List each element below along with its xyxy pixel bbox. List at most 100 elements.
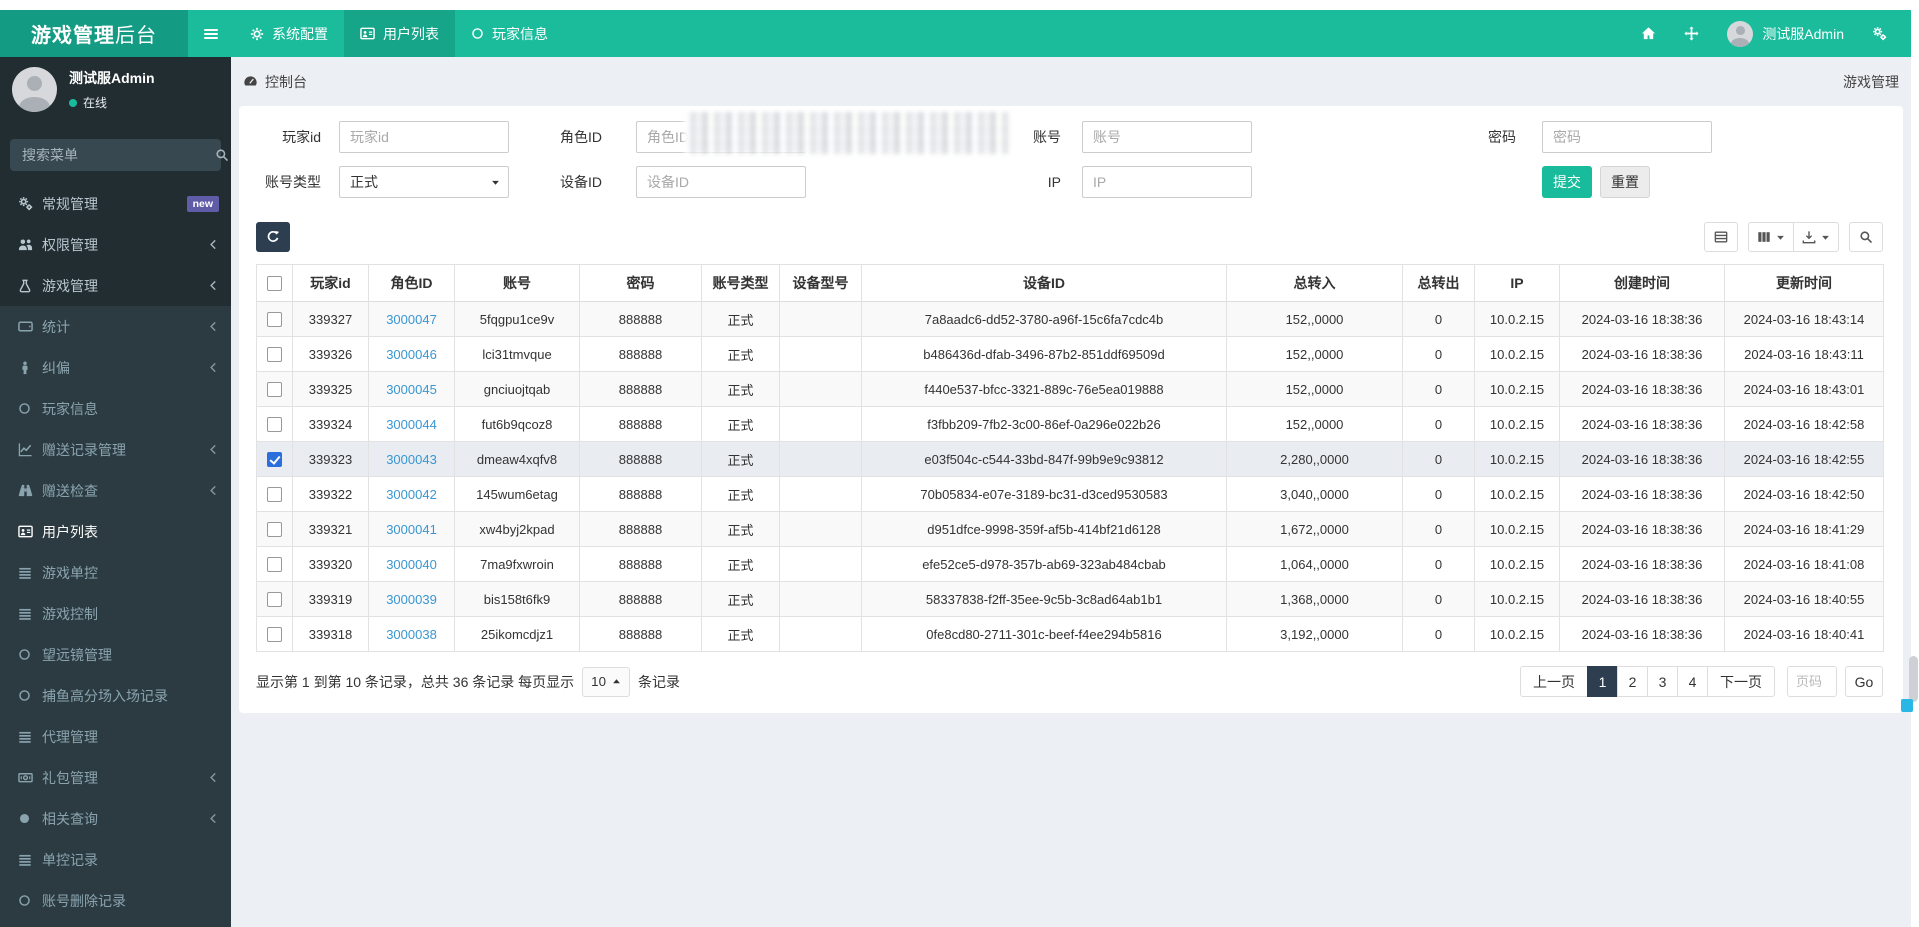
sidebar-item-game-admin[interactable]: 游戏管理: [0, 265, 231, 306]
role-id-link[interactable]: 3000045: [386, 382, 437, 397]
row-checkbox[interactable]: [267, 417, 282, 433]
sidebar-item-game-control[interactable]: 游戏控制: [0, 593, 231, 634]
table-row[interactable]: 339326 3000046 lci31tmvque 888888 正式 b486436d…: [256, 336, 1884, 372]
table-row[interactable]: 339324 3000044 fut6b9qcoz8 888888 正式 f3fbb209…: [256, 406, 1884, 442]
page-button-2[interactable]: 2: [1617, 666, 1648, 697]
sidebar-item-permission-admin[interactable]: 权限管理: [0, 224, 231, 265]
sidebar-item-user-list[interactable]: 用户列表: [0, 511, 231, 552]
role-id-link[interactable]: 3000044: [386, 417, 437, 432]
refresh-button[interactable]: [256, 222, 290, 252]
column-header[interactable]: 更新时间: [1724, 264, 1884, 302]
export-button[interactable]: [1793, 222, 1839, 252]
role-id-link[interactable]: 3000043: [386, 452, 437, 467]
role-id-link[interactable]: 3000040: [386, 557, 437, 572]
table-cell: 2024-03-16 18:38:36: [1559, 336, 1725, 372]
column-header[interactable]: 设备型号: [779, 264, 862, 302]
column-header[interactable]: 总转出: [1402, 264, 1475, 302]
role-id-link[interactable]: 3000047: [386, 312, 437, 327]
row-checkbox[interactable]: [267, 347, 282, 363]
sidebar-item-telescope-admin[interactable]: 望远镜管理: [0, 634, 231, 675]
role-id-link[interactable]: 3000042: [386, 487, 437, 502]
search-icon[interactable]: [215, 148, 229, 162]
sidebar-item-related-query[interactable]: 相关查询: [0, 798, 231, 839]
sidebar-item-player-info[interactable]: 玩家信息: [0, 388, 231, 429]
sidebar-item-general-admin[interactable]: 常规管理 new: [0, 183, 231, 224]
sidebar-search-input[interactable]: [10, 147, 215, 163]
table-row[interactable]: 339323 3000043 dmeaw4xqfv8 888888 正式 e03f504c…: [256, 441, 1884, 477]
password-input[interactable]: [1542, 121, 1712, 153]
table-row[interactable]: 339321 3000041 xw4byj2kpad 888888 正式 d951dfce…: [256, 511, 1884, 547]
role-id-link[interactable]: 3000046: [386, 347, 437, 362]
table-row[interactable]: 339318 3000038 25ikomcdjz1 888888 正式 0fe8cd80…: [256, 616, 1884, 652]
settings-button[interactable]: [1858, 10, 1901, 57]
sidebar-item-fishing-highscore-entry-record[interactable]: 捕鱼高分场入场记录: [0, 675, 231, 716]
row-checkbox[interactable]: [267, 522, 282, 538]
row-checkbox[interactable]: [267, 487, 282, 503]
row-checkbox[interactable]: [267, 312, 282, 328]
sidebar-item-agent-admin[interactable]: 代理管理: [0, 716, 231, 757]
ip-input[interactable]: [1082, 166, 1252, 198]
submit-button[interactable]: 提交: [1542, 166, 1592, 198]
go-button[interactable]: Go: [1845, 666, 1883, 697]
table-row[interactable]: 339319 3000039 bis158t6fk9 888888 正式 58337838…: [256, 581, 1884, 617]
column-header[interactable]: 设备ID: [861, 264, 1227, 302]
table-cell: 25ikomcdjz1: [454, 616, 580, 652]
sidebar-item-gift-record-admin[interactable]: 赠送记录管理: [0, 429, 231, 470]
fullscreen-button[interactable]: [1670, 10, 1713, 57]
player-id-input[interactable]: [339, 121, 509, 153]
table-row[interactable]: 339320 3000040 7ma9fxwroin 888888 正式 efe52ce5…: [256, 546, 1884, 582]
prev-page-button[interactable]: 上一页: [1520, 666, 1588, 697]
sidebar-toggle-button[interactable]: [188, 10, 234, 57]
account-type-select[interactable]: 正式: [339, 166, 509, 198]
page-button-1[interactable]: 1: [1587, 666, 1618, 697]
select-all-checkbox[interactable]: [267, 276, 282, 292]
account-input[interactable]: [1082, 121, 1252, 153]
sidebar-item-game-single-control[interactable]: 游戏单控: [0, 552, 231, 593]
sidebar-item-correction[interactable]: 纠偏: [0, 347, 231, 388]
column-header[interactable]: 总转入: [1226, 264, 1403, 302]
row-checkbox[interactable]: [267, 382, 282, 398]
sidebar-item-giftpack-admin[interactable]: 礼包管理: [0, 757, 231, 798]
reset-button[interactable]: 重置: [1600, 166, 1650, 198]
circle-icon: [18, 812, 42, 825]
column-header[interactable]: 角色ID: [368, 264, 455, 302]
sidebar-item-gift-check[interactable]: 赠送检查: [0, 470, 231, 511]
role-id-link[interactable]: 3000041: [386, 522, 437, 537]
sidebar-item-single-control-record[interactable]: 单控记录: [0, 839, 231, 880]
user-menu[interactable]: 测试服Admin: [1713, 10, 1858, 57]
scrollbar-thumb[interactable]: [1909, 656, 1918, 702]
page-size-select[interactable]: 10: [582, 666, 630, 697]
row-checkbox[interactable]: [267, 452, 282, 468]
column-header[interactable]: 玩家id: [292, 264, 369, 302]
column-header[interactable]: 账号: [454, 264, 580, 302]
page-button-4[interactable]: 4: [1677, 666, 1708, 697]
home-button[interactable]: [1627, 10, 1670, 57]
row-checkbox[interactable]: [267, 627, 282, 643]
sidebar-item-account-delete-record[interactable]: 账号删除记录: [0, 880, 231, 921]
row-checkbox[interactable]: [267, 557, 282, 573]
search-button[interactable]: [1849, 222, 1883, 252]
row-checkbox[interactable]: [267, 592, 282, 608]
next-page-button[interactable]: 下一页: [1707, 666, 1775, 697]
tab-user-list[interactable]: 用户列表: [344, 10, 455, 57]
page-button-3[interactable]: 3: [1647, 666, 1678, 697]
role-id-link[interactable]: 3000039: [386, 592, 437, 607]
tab-system-config[interactable]: 系统配置: [234, 10, 344, 57]
device-id-input[interactable]: [636, 166, 806, 198]
breadcrumb-left: 控制台: [265, 73, 307, 90]
page-number-input[interactable]: [1787, 666, 1837, 697]
role-id-link[interactable]: 3000038: [386, 627, 437, 642]
table-row[interactable]: 339327 3000047 5fqgpu1ce9v 888888 正式 7a8aadc6…: [256, 301, 1884, 337]
column-header[interactable]: 账号类型: [701, 264, 780, 302]
column-header[interactable]: 创建时间: [1559, 264, 1725, 302]
app-brand[interactable]: 游戏管理 后台: [0, 10, 188, 57]
toggle-view-button[interactable]: [1704, 222, 1738, 252]
table-row[interactable]: 339325 3000045 gnciuojtqab 888888 正式 f440e537…: [256, 371, 1884, 407]
table-row[interactable]: 339322 3000042 145wum6etag 888888 正式 70b05834…: [256, 476, 1884, 512]
column-header[interactable]: IP: [1474, 264, 1560, 302]
tab-player-info[interactable]: 玩家信息: [455, 10, 564, 57]
tablet-icon: [18, 319, 42, 334]
column-header[interactable]: 密码: [579, 264, 702, 302]
columns-button[interactable]: [1748, 222, 1794, 252]
sidebar-item-statistics[interactable]: 统计: [0, 306, 231, 347]
